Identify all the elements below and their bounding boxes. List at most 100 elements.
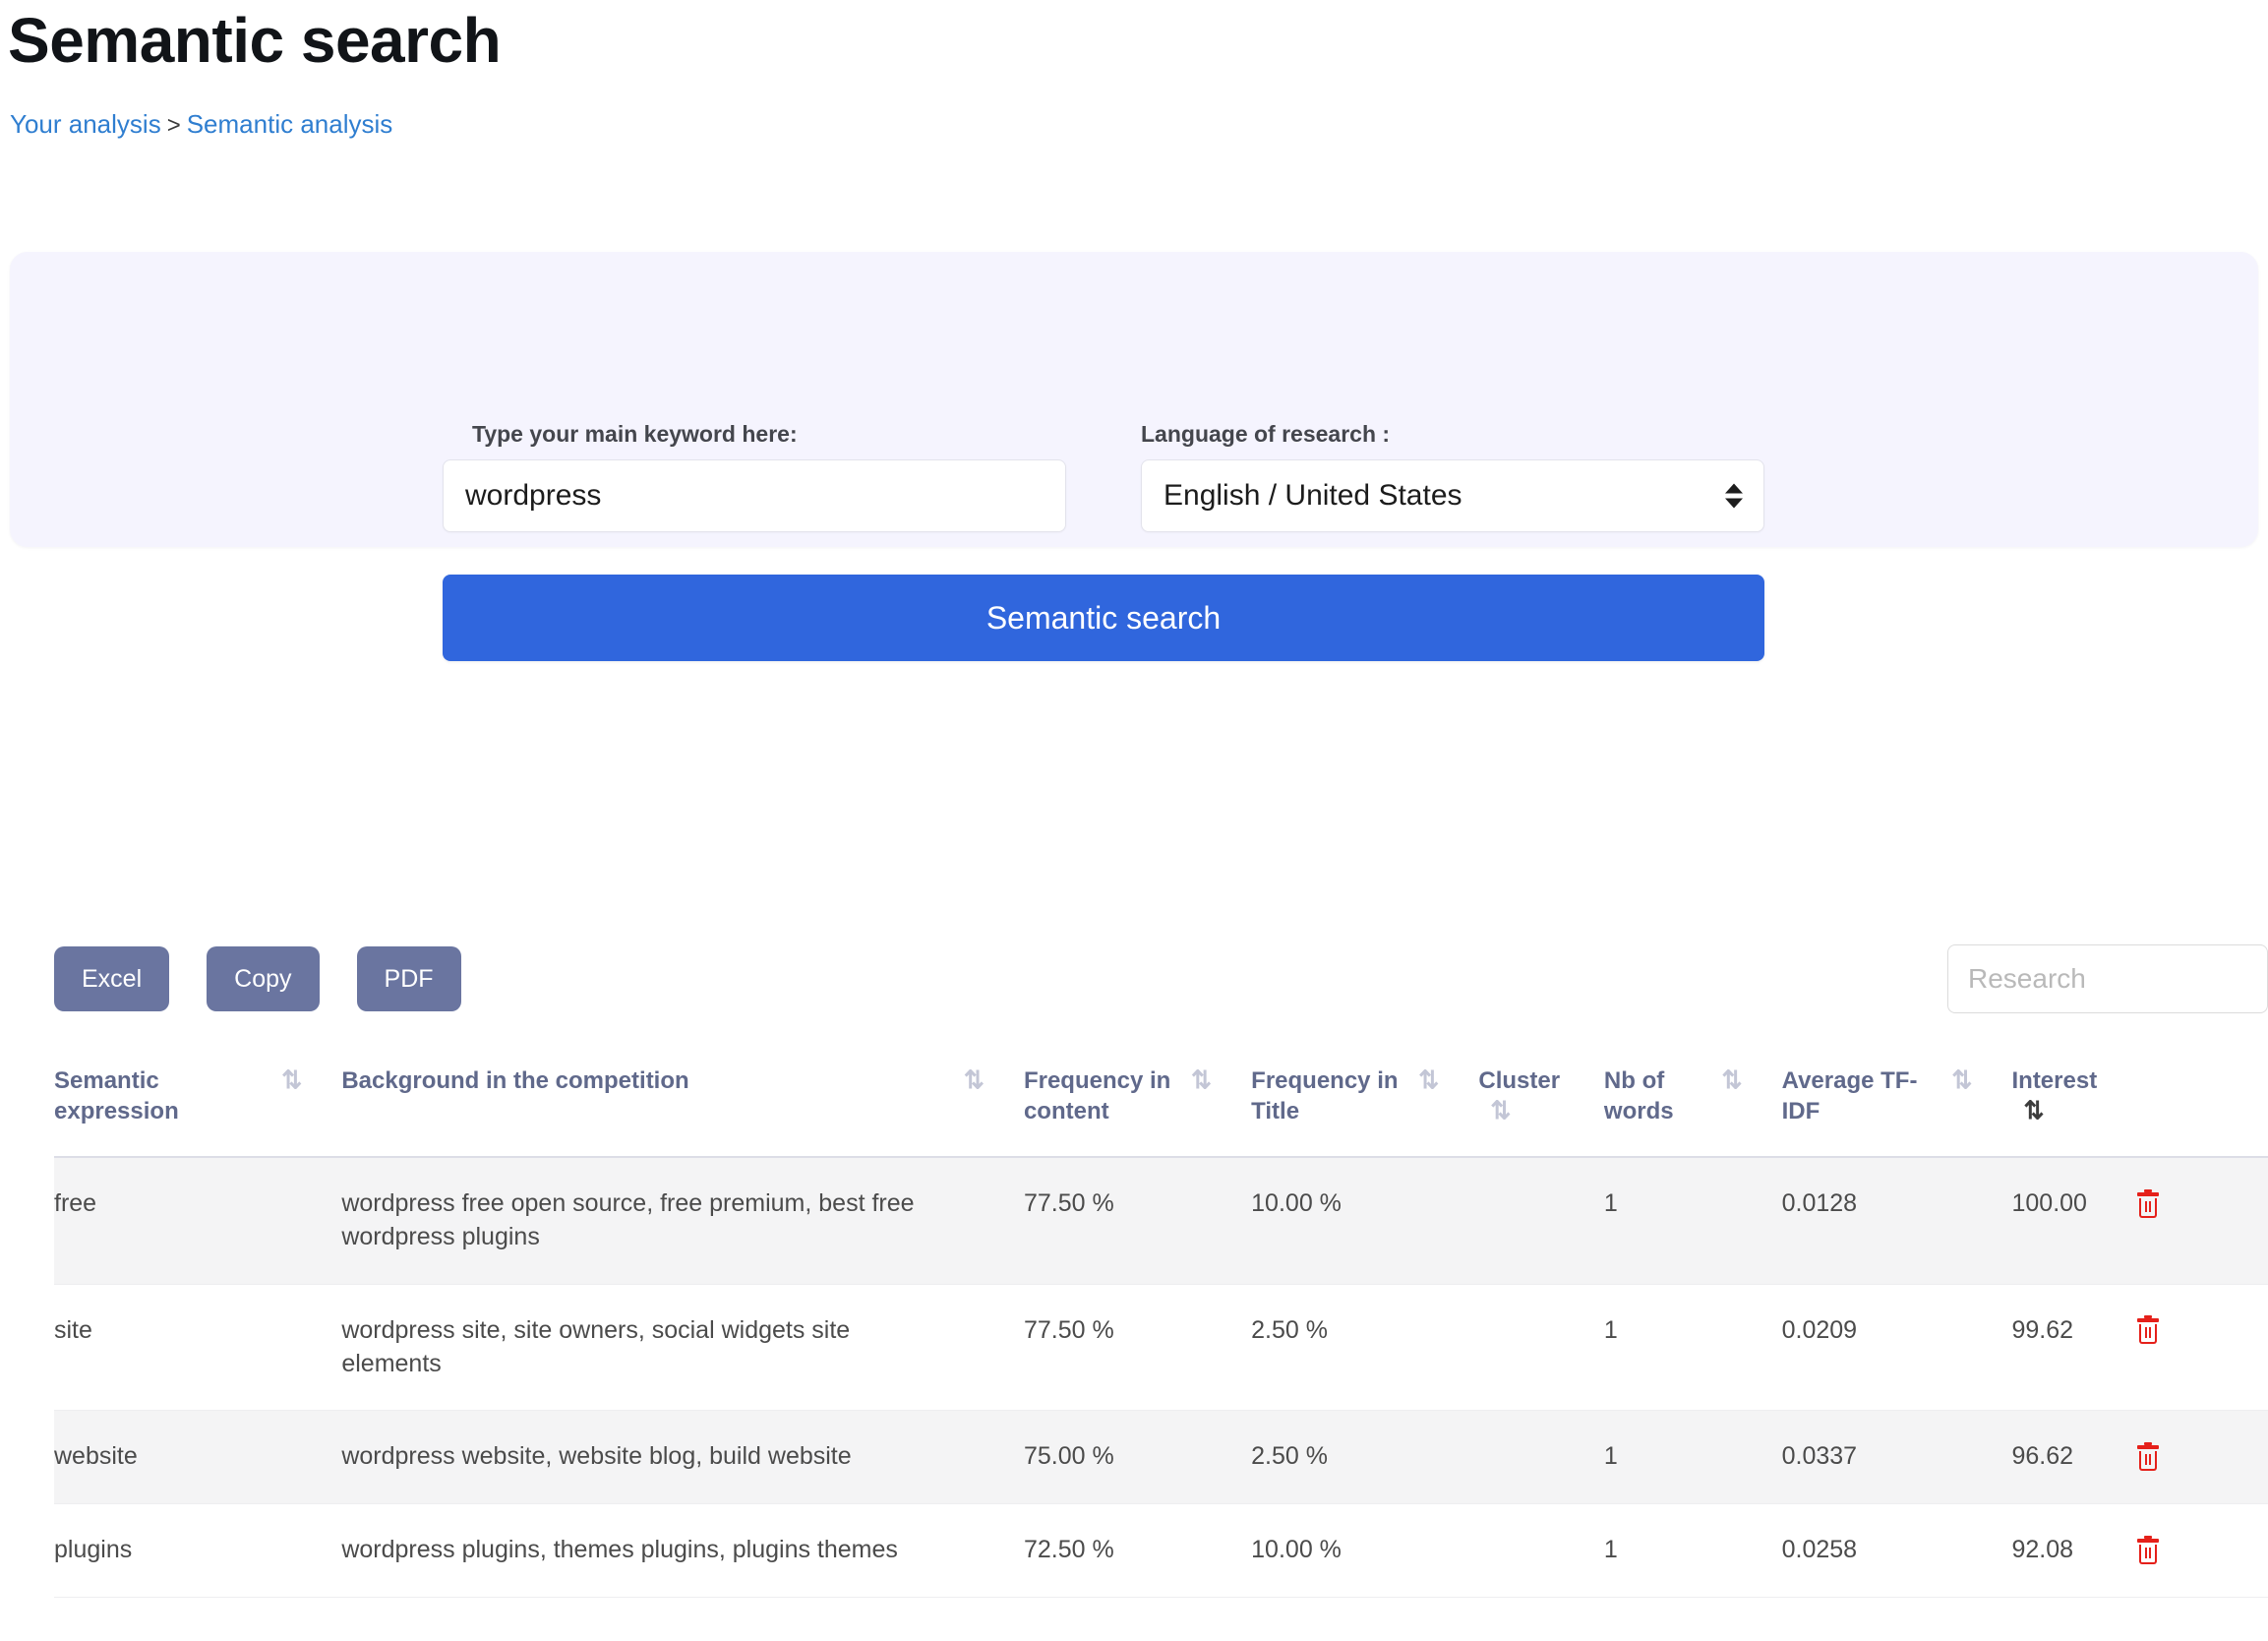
cell-avg-tfidf: 0.0337 bbox=[1781, 1442, 1858, 1471]
cell-expression: free bbox=[54, 1189, 97, 1218]
cell-spacer bbox=[1418, 1284, 1478, 1411]
sort-icon-active[interactable]: ⇅ bbox=[2023, 1097, 2044, 1124]
cell-frequency-content: 77.50 % bbox=[1023, 1189, 1114, 1218]
cell-expression: plugins bbox=[54, 1536, 133, 1564]
cell-spacer bbox=[281, 1411, 341, 1504]
research-search-wrap bbox=[1947, 944, 2268, 1013]
language-field-group: Language of research : English / United … bbox=[1141, 423, 1764, 532]
cell-spacer bbox=[1191, 1411, 1251, 1504]
cell-cluster bbox=[1478, 1411, 1604, 1504]
keyword-label: Type your main keyword here: bbox=[472, 421, 798, 447]
export-pdf-button[interactable]: PDF bbox=[356, 946, 461, 1011]
cell-spacer bbox=[964, 1157, 1024, 1284]
sort-icon[interactable]: ⇅ bbox=[1490, 1097, 1511, 1124]
trash-icon[interactable] bbox=[2137, 1315, 2160, 1345]
search-panel bbox=[10, 252, 2258, 547]
col-header-frequency-content-label: Frequency in content bbox=[1023, 1067, 1171, 1124]
cell-spacer bbox=[964, 1504, 1024, 1598]
cell-frequency-content: 72.50 % bbox=[1023, 1536, 1114, 1564]
page-title: Semantic search bbox=[8, 5, 502, 76]
sort-icon: ⇅ bbox=[1721, 1066, 1743, 1094]
sort-nb-words[interactable]: ⇅ bbox=[1721, 1041, 1782, 1159]
sort-frequency-content[interactable]: ⇅ bbox=[1191, 1041, 1252, 1159]
keyword-input[interactable] bbox=[443, 459, 1066, 532]
col-header-interest-label: Interest bbox=[2011, 1067, 2098, 1094]
col-header-frequency-title-label: Frequency in Title bbox=[1251, 1067, 1399, 1124]
cell-spacer bbox=[1951, 1504, 2011, 1598]
cell-delete[interactable] bbox=[2137, 1284, 2268, 1411]
cell-spacer bbox=[1951, 1284, 2011, 1411]
cell-interest: 100.00 bbox=[2011, 1189, 2087, 1218]
cell-spacer bbox=[964, 1411, 1024, 1504]
col-header-background[interactable]: Background in the competition bbox=[341, 1041, 964, 1159]
research-input[interactable] bbox=[1947, 944, 2268, 1013]
cell-spacer bbox=[1951, 1411, 2011, 1504]
cell-avg-tfidf: 0.0128 bbox=[1781, 1189, 1858, 1218]
col-header-cluster[interactable]: Cluster ⇅ bbox=[1478, 1041, 1604, 1159]
cell-background: wordpress plugins, themes plugins, plugi… bbox=[341, 1536, 898, 1564]
table-row: site wordpress site, site owners, social… bbox=[54, 1284, 2268, 1411]
table-row: website wordpress website, website blog,… bbox=[54, 1410, 2268, 1504]
cell-delete[interactable] bbox=[2137, 1411, 2268, 1504]
col-header-interest[interactable]: Interest ⇅ bbox=[2011, 1041, 2138, 1159]
results-table-wrap: Semantic expression ⇅ Background in the … bbox=[54, 1041, 2268, 1598]
cell-interest: 99.62 bbox=[2011, 1315, 2074, 1344]
cell-nb-words: 1 bbox=[1603, 1442, 1618, 1471]
cell-frequency-content: 77.50 % bbox=[1023, 1315, 1114, 1344]
cell-background: wordpress free open source, free premium… bbox=[341, 1189, 915, 1251]
sort-icon: ⇅ bbox=[1418, 1066, 1439, 1094]
breadcrumb-separator: > bbox=[166, 112, 181, 140]
col-header-avg-tfidf[interactable]: Average TF-IDF bbox=[1781, 1041, 1952, 1159]
search-panel-inner bbox=[10, 252, 2258, 547]
sort-avg-tfidf[interactable]: ⇅ bbox=[1951, 1041, 2012, 1159]
trash-icon[interactable] bbox=[2137, 1188, 2160, 1218]
results-table: Semantic expression ⇅ Background in the … bbox=[54, 1041, 2268, 1598]
col-header-semantic-expression-label: Semantic expression bbox=[54, 1067, 179, 1124]
trash-icon[interactable] bbox=[2137, 1441, 2160, 1471]
cell-frequency-title: 2.50 % bbox=[1251, 1442, 1328, 1471]
col-header-frequency-title[interactable]: Frequency in Title bbox=[1251, 1041, 1419, 1159]
language-select-wrap[interactable]: English / United States bbox=[1141, 459, 1764, 532]
cell-cluster bbox=[1478, 1157, 1604, 1284]
sort-semantic-expression[interactable]: ⇅ bbox=[281, 1041, 342, 1159]
cell-spacer bbox=[1191, 1157, 1251, 1284]
col-header-semantic-expression[interactable]: Semantic expression bbox=[54, 1041, 282, 1159]
cell-nb-words: 1 bbox=[1603, 1536, 1618, 1564]
table-header-row: Semantic expression ⇅ Background in the … bbox=[54, 1041, 2268, 1159]
language-select[interactable]: English / United States bbox=[1141, 459, 1764, 532]
cell-delete[interactable] bbox=[2137, 1157, 2268, 1284]
cell-frequency-title: 10.00 % bbox=[1251, 1189, 1342, 1218]
semantic-search-button[interactable]: Semantic search bbox=[443, 575, 1764, 661]
cell-avg-tfidf: 0.0258 bbox=[1781, 1536, 1858, 1564]
cell-nb-words: 1 bbox=[1603, 1315, 1618, 1344]
breadcrumb-link-your-analysis[interactable]: Your analysis bbox=[10, 109, 161, 139]
export-copy-button[interactable]: Copy bbox=[207, 946, 320, 1011]
sort-icon: ⇅ bbox=[963, 1066, 985, 1094]
sort-icon: ⇅ bbox=[1191, 1066, 1212, 1094]
cell-spacer bbox=[1418, 1157, 1478, 1284]
col-header-frequency-content[interactable]: Frequency in content bbox=[1023, 1041, 1192, 1159]
cell-spacer bbox=[1722, 1157, 1782, 1284]
cell-expression: website bbox=[54, 1442, 138, 1471]
col-header-cluster-label: Cluster bbox=[1478, 1067, 1561, 1094]
cell-delete[interactable] bbox=[2137, 1504, 2268, 1598]
col-header-nb-words[interactable]: Nb of words bbox=[1603, 1041, 1722, 1159]
sort-background[interactable]: ⇅ bbox=[963, 1041, 1024, 1159]
keyword-field-group: Type your main keyword here: bbox=[443, 423, 1066, 532]
trash-icon[interactable] bbox=[2137, 1535, 2160, 1564]
col-header-background-label: Background in the competition bbox=[341, 1067, 689, 1094]
cell-spacer bbox=[964, 1284, 1024, 1411]
cell-cluster bbox=[1478, 1284, 1604, 1411]
cell-spacer bbox=[1722, 1411, 1782, 1504]
cell-expression: site bbox=[54, 1315, 92, 1344]
export-excel-button[interactable]: Excel bbox=[54, 946, 170, 1011]
page-root: Semantic search Your analysis > Semantic a… bbox=[0, 0, 2268, 1641]
cell-cluster bbox=[1478, 1504, 1604, 1598]
sort-frequency-title[interactable]: ⇅ bbox=[1418, 1041, 1479, 1159]
cell-interest: 96.62 bbox=[2011, 1442, 2074, 1471]
cell-background: wordpress website, website blog, build w… bbox=[341, 1442, 852, 1471]
sort-icon: ⇅ bbox=[281, 1066, 302, 1094]
cell-frequency-content: 75.00 % bbox=[1023, 1442, 1114, 1471]
cell-frequency-title: 10.00 % bbox=[1251, 1536, 1342, 1564]
breadcrumb-link-semantic-analysis[interactable]: Semantic analysis bbox=[187, 109, 393, 139]
